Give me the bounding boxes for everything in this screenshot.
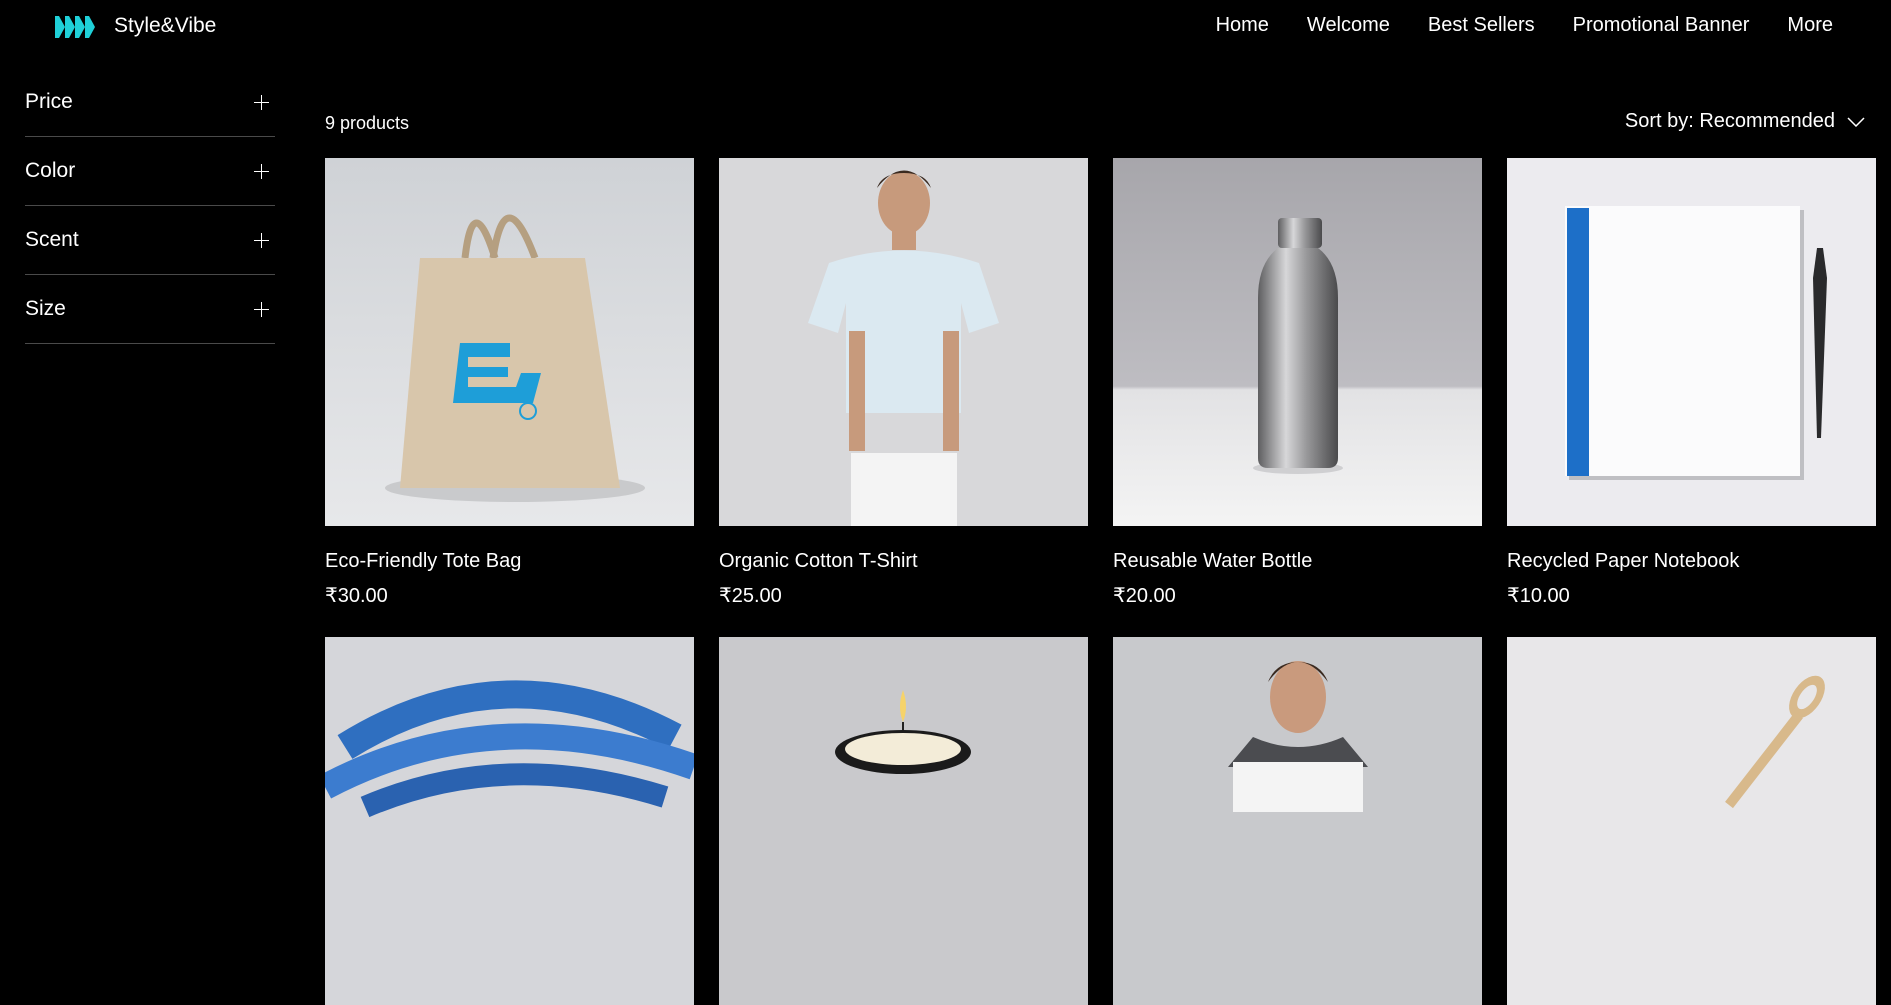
nav-item-promotional-banner[interactable]: Promotional Banner [1573, 14, 1750, 37]
tshirt-model-image[interactable] [719, 158, 1088, 526]
steel-bottle-image[interactable] [1113, 158, 1482, 526]
product-name[interactable]: Eco-Friendly Tote Bag [325, 550, 694, 573]
product-card[interactable]: Recycled Paper Notebook ₹10.00 [1507, 158, 1876, 608]
product-name[interactable]: Organic Cotton T-Shirt [719, 550, 1088, 573]
product-price: ₹25.00 [719, 585, 782, 607]
product-price: ₹10.00 [1507, 585, 1570, 607]
filter-label: Scent [25, 228, 79, 251]
product-card[interactable] [325, 637, 694, 1005]
main-nav: Home Welcome Best Sellers Promotional Ba… [1216, 14, 1833, 37]
nav-item-more[interactable]: More [1787, 14, 1833, 37]
product-price: ₹20.00 [1113, 585, 1176, 607]
chevron-down-icon [1847, 116, 1865, 127]
blue-yoga-strap-image[interactable] [325, 637, 694, 1005]
product-card[interactable]: Reusable Water Bottle ₹20.00 [1113, 158, 1482, 608]
product-price: ₹30.00 [325, 585, 388, 607]
filter-color[interactable]: Color [25, 137, 275, 206]
product-card[interactable]: Eco-Friendly Tote Bag ₹30.00 [325, 158, 694, 608]
filter-scent[interactable]: Scent [25, 206, 275, 275]
product-card[interactable] [719, 637, 1088, 1005]
filter-sidebar: Price Color Scent Size [25, 68, 275, 344]
plus-icon[interactable] [254, 163, 269, 179]
nav-item-home[interactable]: Home [1216, 14, 1269, 37]
filter-label: Price [25, 90, 73, 113]
sort-label: Sort by: Recommended [1624, 110, 1835, 132]
plus-icon[interactable] [254, 94, 269, 110]
sort-dropdown[interactable]: Sort by: Recommended [1625, 110, 1865, 133]
nav-item-welcome[interactable]: Welcome [1307, 14, 1390, 37]
brand-name[interactable]: Style&Vibe [114, 14, 216, 38]
product-card[interactable] [1507, 637, 1876, 1005]
product-name[interactable]: Recycled Paper Notebook [1507, 550, 1876, 573]
product-card[interactable] [1113, 637, 1482, 1005]
filter-label: Size [25, 297, 66, 320]
nav-item-best-sellers[interactable]: Best Sellers [1428, 14, 1535, 37]
product-name[interactable]: Reusable Water Bottle [1113, 550, 1482, 573]
filter-price[interactable]: Price [25, 68, 275, 137]
filter-label: Color [25, 159, 76, 182]
scarf-model-image[interactable] [1113, 637, 1482, 1005]
bamboo-utensil-image[interactable] [1507, 637, 1876, 1005]
tote-bag-image[interactable] [325, 158, 694, 526]
site-header: Style&Vibe Home Welcome Best Sellers Pro… [0, 0, 1891, 52]
candle-image[interactable] [719, 637, 1088, 1005]
filter-size[interactable]: Size [25, 275, 275, 344]
notebook-pen-image[interactable] [1507, 158, 1876, 526]
plus-icon[interactable] [254, 232, 269, 248]
product-count: 9 products [325, 113, 410, 133]
brand-logo-icon[interactable] [55, 16, 97, 38]
plus-icon[interactable] [254, 301, 269, 317]
product-card[interactable]: Organic Cotton T-Shirt ₹25.00 [719, 158, 1088, 608]
